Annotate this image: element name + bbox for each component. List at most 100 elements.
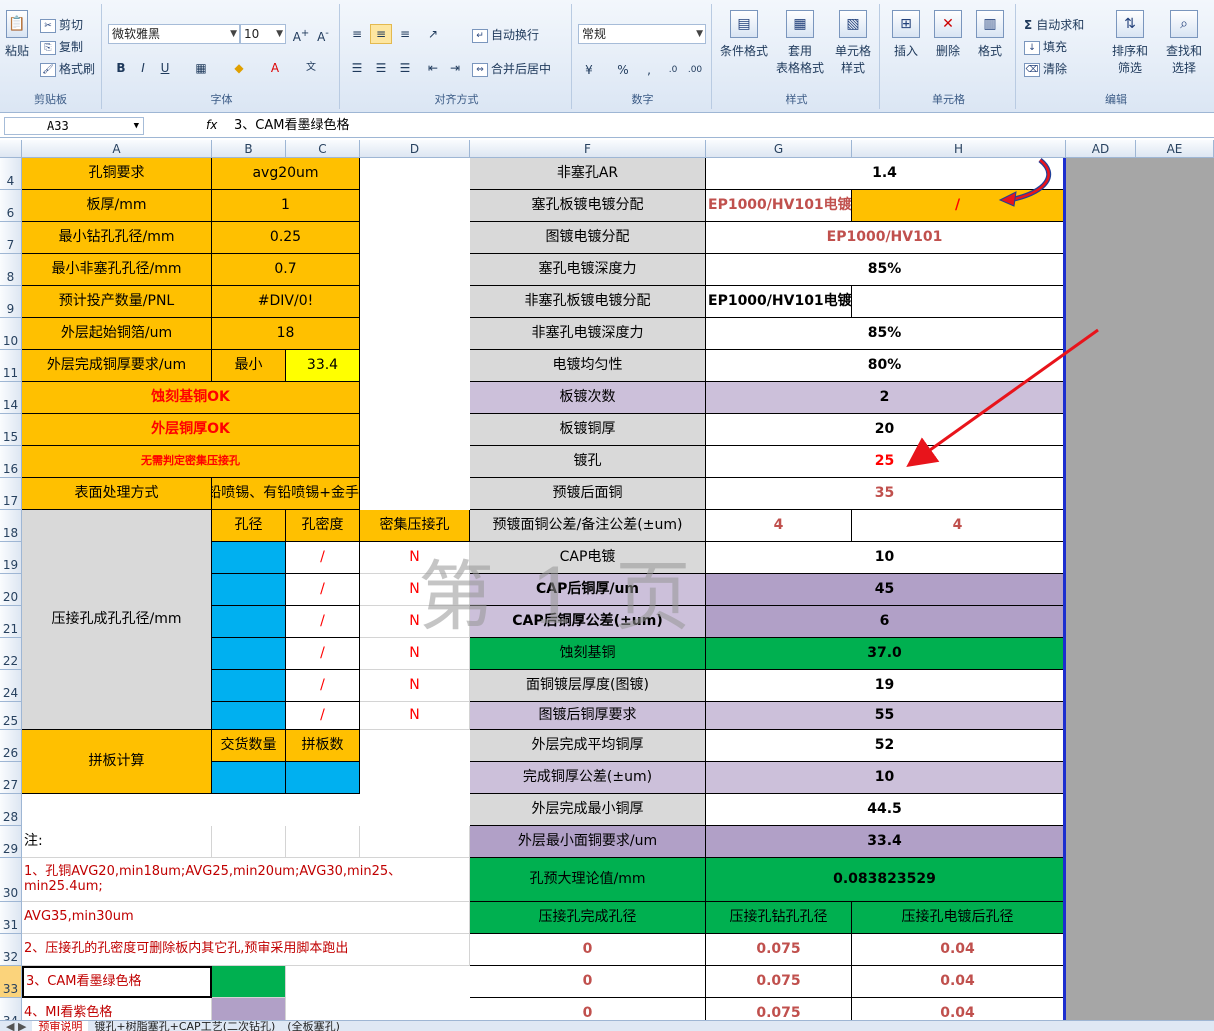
cut-button[interactable]: ✂ 剪切: [40, 16, 83, 33]
cell-press-dense[interactable]: N: [360, 542, 470, 574]
cell-empty[interactable]: [360, 826, 470, 858]
column-header-a[interactable]: A: [22, 140, 212, 158]
cell-plate-thick-label[interactable]: 板镀铜厚: [470, 414, 706, 446]
format-button[interactable]: ▥ 格式: [970, 10, 1010, 59]
decrease-decimal-button[interactable]: .00: [684, 60, 706, 80]
column-header-f[interactable]: F: [470, 140, 706, 158]
cell-press-density[interactable]: /: [286, 574, 360, 606]
row-header-20[interactable]: 20: [0, 574, 22, 606]
column-header-ae[interactable]: AE: [1136, 140, 1214, 158]
number-format-select[interactable]: 常规 ▼: [578, 24, 706, 44]
tab-nav-icon[interactable]: ◀ ▶: [0, 1021, 32, 1031]
cell-empty[interactable]: [212, 826, 286, 858]
shrink-font-button[interactable]: A-: [312, 24, 334, 44]
row-header-26[interactable]: 26: [0, 730, 22, 762]
cell-styles-button[interactable]: ▧ 单元格 样式: [828, 10, 878, 76]
cell-cap-after-label[interactable]: CAP后铜厚/um: [470, 574, 706, 606]
phonetic-button[interactable]: 文: [300, 58, 322, 78]
wrap-text-button[interactable]: ↵ 自动换行: [472, 26, 539, 43]
cell-nonplug-dist-label[interactable]: 非塞孔板镀电镀分配: [470, 286, 706, 318]
row-header-27[interactable]: 27: [0, 762, 22, 794]
cell-min-drill-label[interactable]: 最小钻孔孔径/mm: [22, 222, 212, 254]
cell-pre-tol-g[interactable]: 4: [706, 510, 852, 542]
cell-cap-after-value[interactable]: 45: [706, 574, 1064, 606]
cell-min-drill-value[interactable]: 0.25: [212, 222, 360, 254]
font-color-button[interactable]: A: [264, 58, 286, 78]
format-painter-button[interactable]: 🖌 格式刷: [40, 60, 95, 77]
cell-press-after-value[interactable]: 0.04: [852, 966, 1064, 998]
cell-panel-label[interactable]: 拼板计算: [22, 730, 212, 794]
cell-press-hole[interactable]: [212, 542, 286, 574]
formula-input[interactable]: 3、CAM看墨绿色格: [230, 117, 1210, 135]
cell-start-foil-value[interactable]: 18: [212, 318, 360, 350]
cell-press-label[interactable]: 压接孔成孔孔径/mm: [22, 510, 212, 730]
find-select-button[interactable]: ⌕ 查找和 选择: [1160, 10, 1208, 76]
increase-decimal-button[interactable]: .0: [662, 60, 684, 80]
cell-img-after-value[interactable]: 55: [706, 702, 1064, 730]
cell-press-drill-value[interactable]: 0.075: [706, 934, 852, 966]
cell-panel-qty-header[interactable]: 交货数量: [212, 730, 286, 762]
font-size-select[interactable]: 10 ▼: [240, 24, 286, 44]
cell-cap-tol-value[interactable]: 6: [706, 606, 1064, 638]
cell-uniform-value[interactable]: 80%: [706, 350, 1064, 382]
cell-hole-copper-label[interactable]: 孔铜要求: [22, 158, 212, 190]
tab-current[interactable]: 预审说明: [32, 1021, 89, 1031]
insert-button[interactable]: ⊞ 插入: [886, 10, 926, 59]
row-header-9[interactable]: 9: [0, 286, 22, 318]
cell-cap-plate-value[interactable]: 10: [706, 542, 1064, 574]
cell-press-density[interactable]: /: [286, 606, 360, 638]
cell-finish-tol-label[interactable]: 完成铜厚公差(±um): [470, 762, 706, 794]
cell-img-dist-value[interactable]: EP1000/HV101: [706, 222, 1064, 254]
row-header-33[interactable]: 33: [0, 966, 22, 998]
column-header-b[interactable]: B: [212, 140, 286, 158]
column-header-c[interactable]: C: [286, 140, 360, 158]
row-header-7[interactable]: 7: [0, 222, 22, 254]
align-right-button[interactable]: ☰: [394, 58, 416, 78]
cell-etch-base-value[interactable]: 37.0: [706, 638, 1064, 670]
cell-purple-swatch[interactable]: [212, 998, 286, 1020]
align-left-button[interactable]: ☰: [346, 58, 368, 78]
cell-press-hole[interactable]: [212, 702, 286, 730]
cell-press-header-dense[interactable]: 密集压接孔: [360, 510, 470, 542]
row-header-8[interactable]: 8: [0, 254, 22, 286]
cell-nonplug-ar-value[interactable]: 1.4: [706, 158, 1064, 190]
cell-press-drill-value[interactable]: 0.075: [706, 966, 852, 998]
cell-nonplug-dist-h[interactable]: [852, 286, 1064, 318]
row-header-28[interactable]: 28: [0, 794, 22, 826]
cell-outer-finish-min-label[interactable]: 最小: [212, 350, 286, 382]
cell-outer-min-req-label[interactable]: 外层最小面铜要求/um: [470, 826, 706, 858]
column-header-h[interactable]: H: [852, 140, 1066, 158]
align-middle-button[interactable]: ≡: [370, 24, 392, 44]
row-header-16[interactable]: 16: [0, 446, 22, 478]
cell-plate-thick-value[interactable]: 20: [706, 414, 1064, 446]
tab-sheet-2[interactable]: (全板塞孔): [281, 1021, 346, 1031]
cell-outer-avg-label[interactable]: 外层完成平均铜厚: [470, 730, 706, 762]
cell-press-dense[interactable]: N: [360, 702, 470, 730]
currency-button[interactable]: ¥: [578, 60, 600, 80]
cell-note-1[interactable]: 1、孔铜AVG20,min18um;AVG25,min20um;AVG30,mi…: [22, 858, 470, 902]
bold-button[interactable]: B: [110, 58, 132, 78]
fill-color-button[interactable]: ◆: [228, 58, 250, 78]
cell-hole-copper-value[interactable]: avg20um: [212, 158, 360, 190]
cell-outer-ok[interactable]: 外层铜厚OK: [22, 414, 360, 446]
cell-note-4[interactable]: 4、MI看紫色格: [22, 998, 212, 1020]
row-header-11[interactable]: 11: [0, 350, 22, 382]
copy-button[interactable]: ⎘ 复制: [40, 38, 83, 55]
row-header-17[interactable]: 17: [0, 478, 22, 510]
cell-press-finish-header[interactable]: 压接孔完成孔径: [470, 902, 706, 934]
cell-press-after-value[interactable]: 0.04: [852, 934, 1064, 966]
conditional-format-button[interactable]: ▤ 条件格式: [718, 10, 770, 59]
cell-press-hole[interactable]: [212, 574, 286, 606]
delete-button[interactable]: ✕ 删除: [928, 10, 968, 59]
row-header-14[interactable]: 14: [0, 382, 22, 414]
cell-press-after-header[interactable]: 压接孔电镀后孔径: [852, 902, 1064, 934]
cell-press-drill-header[interactable]: 压接孔钻孔孔径: [706, 902, 852, 934]
row-header-22[interactable]: 22: [0, 638, 22, 670]
percent-button[interactable]: %: [612, 60, 634, 80]
cell-plug-depth-value[interactable]: 85%: [706, 254, 1064, 286]
row-header-34[interactable]: 34: [0, 998, 22, 1020]
cell-press-hole[interactable]: [212, 638, 286, 670]
row-header-31[interactable]: 31: [0, 902, 22, 934]
cell-min-nonplug-label[interactable]: 最小非塞孔孔径/mm: [22, 254, 212, 286]
fx-button[interactable]: fx: [206, 118, 217, 132]
